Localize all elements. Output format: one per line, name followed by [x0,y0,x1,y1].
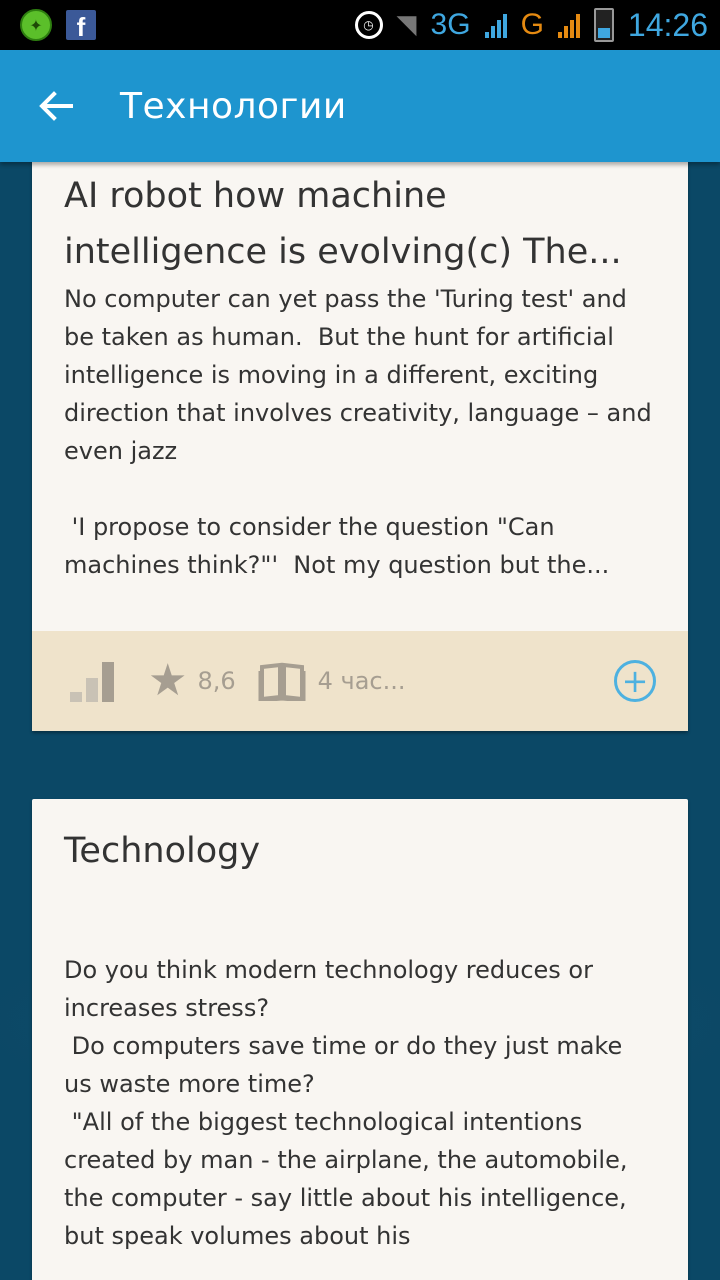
back-arrow-icon[interactable] [26,76,86,136]
network-type-1: 3G [430,8,471,41]
app-bar: Технологии [0,50,720,162]
facebook-icon: f [66,10,96,40]
add-button[interactable]: + [614,660,656,702]
article-excerpt: Do you think modern technology reduces o… [64,956,628,1250]
book-icon [258,661,306,701]
card-footer: ★ 8,6 4 час... + [32,631,688,731]
clock: 14:26 [627,6,708,43]
shield-icon: ✦ [20,9,52,41]
article-card[interactable]: AI robot how machine intelligence is evo… [32,162,688,731]
article-title: Technology [64,831,261,871]
article-title: AI robot how machine intelligence is evo… [64,176,622,272]
battery-icon [593,8,614,42]
article-excerpt: No computer can yet pass the 'Turing tes… [64,285,652,579]
difficulty-icon [70,660,114,702]
network-type-2: G [520,8,544,41]
signal-icon [484,12,507,38]
alarm-icon: ◷ [354,11,383,39]
signal-icon-2 [557,12,580,38]
page-title: Технологии [120,85,347,127]
wifi-icon: ◥ [396,10,417,40]
star-icon: ★ [148,655,188,706]
article-card[interactable]: Technology Do you think modern technolog… [32,799,688,1280]
read-time: 4 час... [317,667,406,695]
status-bar: ✦ f ◷ ◥ 3G G 14:26 [0,0,720,50]
rating-value: 8,6 [197,667,236,695]
feed[interactable]: AI robot how machine intelligence is evo… [0,162,720,1280]
